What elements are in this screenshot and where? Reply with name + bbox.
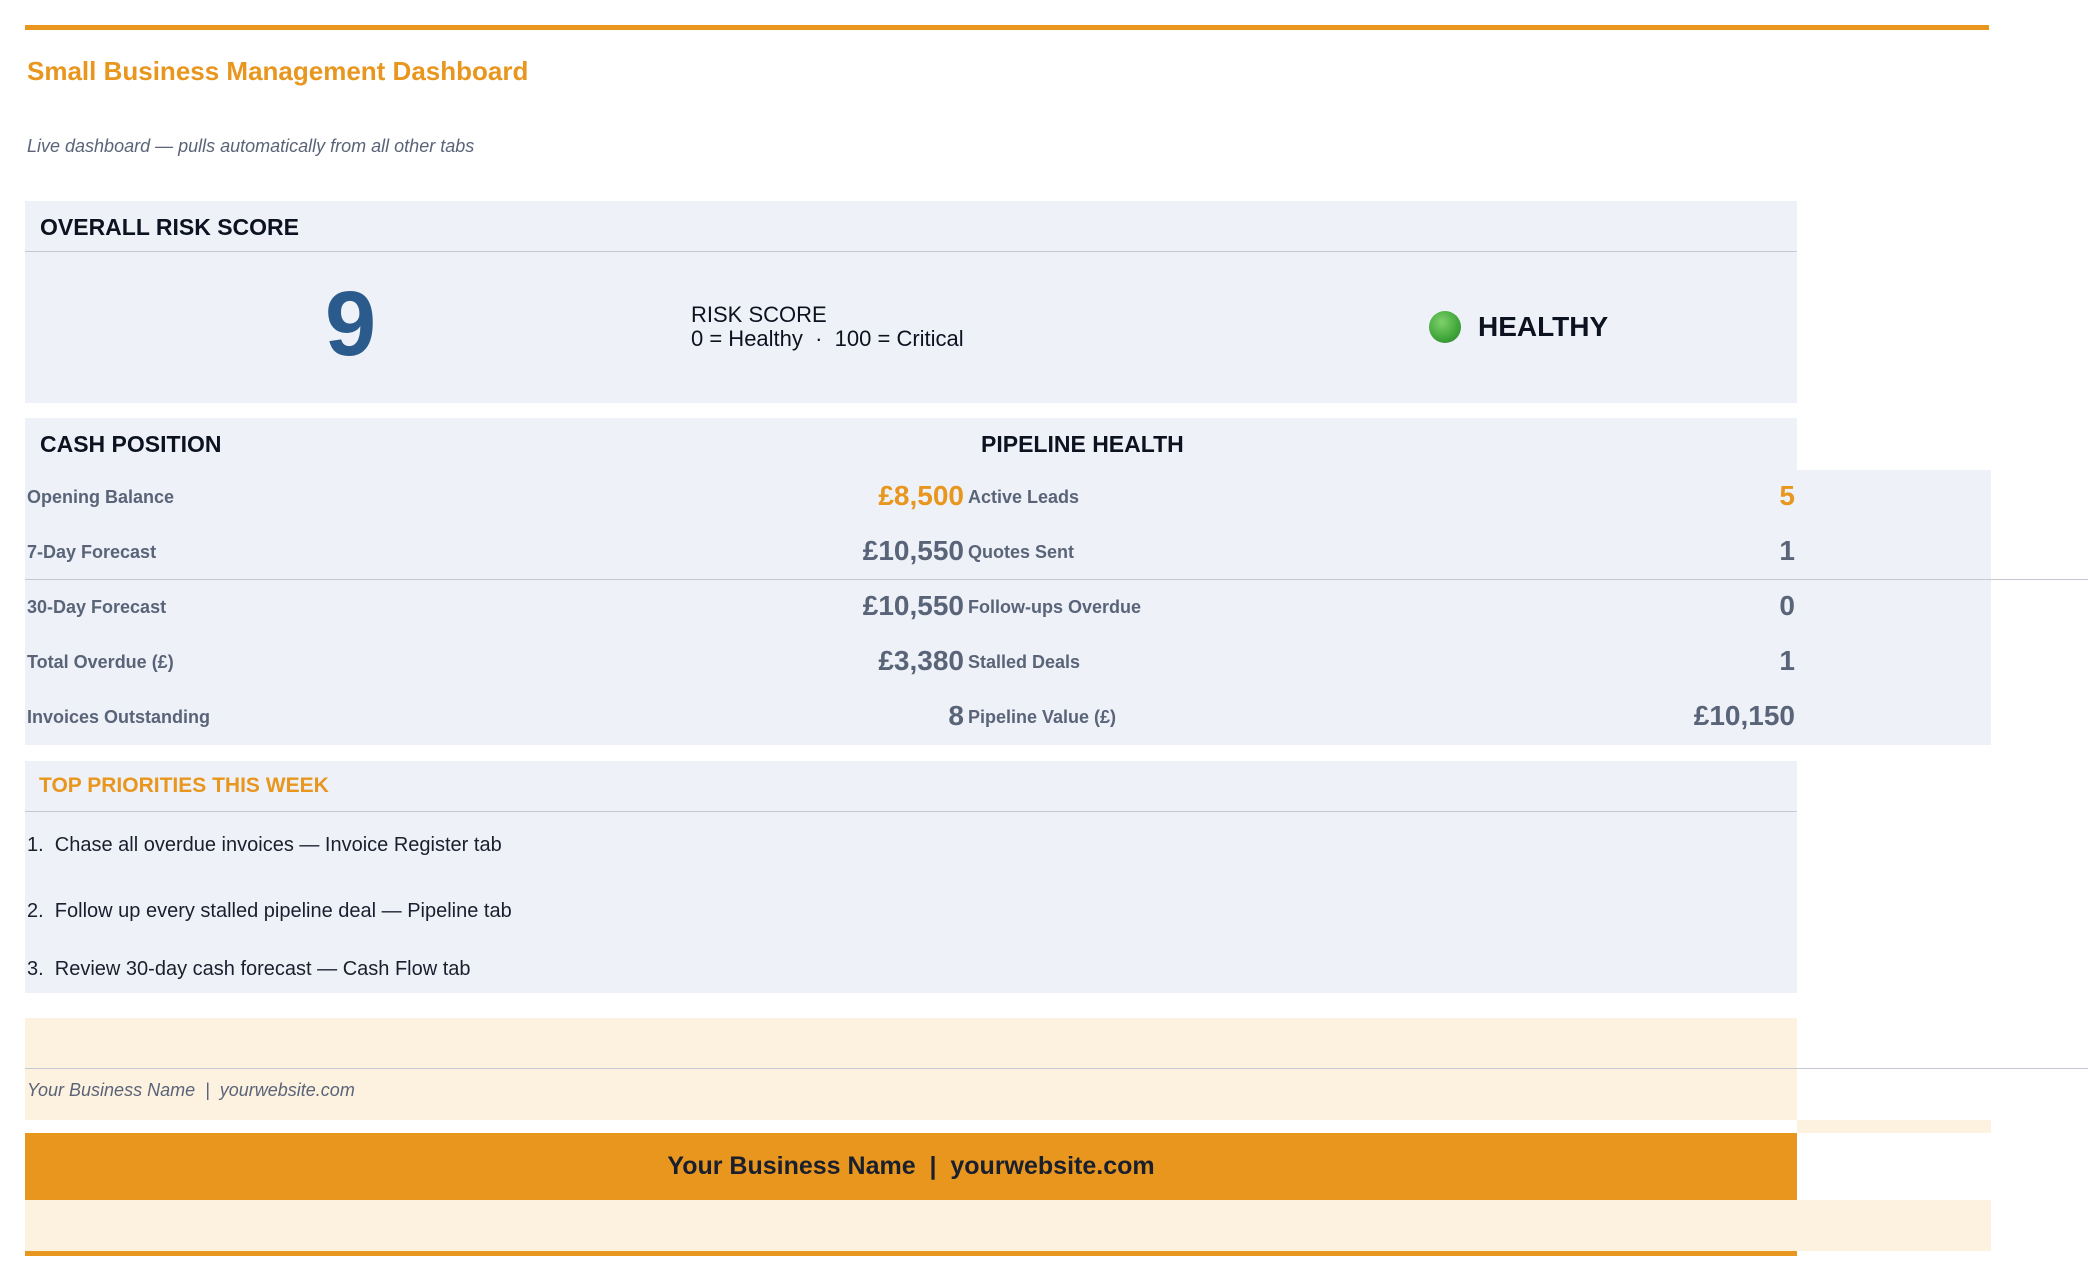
cash-value-overdue: £3,380 <box>878 645 964 676</box>
risk-heading: OVERALL RISK SCORE <box>40 214 299 240</box>
pipeline-value-followups: 0 <box>1779 590 1795 621</box>
cash-heading: CASH POSITION <box>40 431 222 457</box>
cash-value-30day: £10,550 <box>862 590 964 621</box>
risk-status: HEALTHY <box>1478 311 1609 342</box>
footer-band-top <box>25 1018 1797 1120</box>
priorities-heading: TOP PRIORITIES THIS WEEK <box>39 774 329 797</box>
risk-score-value: 9 <box>325 273 377 375</box>
footer-banner-text: Your Business Name | yourwebsite.com <box>667 1152 1155 1180</box>
priorities-divider <box>25 811 1797 812</box>
page-title: Small Business Management Dashboard <box>27 56 529 86</box>
cash-value-invoices: 8 <box>948 700 964 731</box>
footer-divider <box>25 1068 2088 1069</box>
pipeline-value-stalled: 1 <box>1779 645 1795 676</box>
pipeline-label-quotes: Quotes Sent <box>968 542 1075 562</box>
pipeline-label-leads: Active Leads <box>968 487 1080 507</box>
priority-item-2: 2. Follow up every stalled pipeline deal… <box>27 900 512 922</box>
pipeline-label-value: Pipeline Value (£) <box>968 707 1117 727</box>
pipeline-heading: PIPELINE HEALTH <box>981 431 1184 457</box>
cash-label-opening: Opening Balance <box>27 487 175 507</box>
cash-label-7day: 7-Day Forecast <box>27 542 157 562</box>
pipeline-value-leads: 5 <box>1779 480 1795 511</box>
risk-divider <box>25 251 1797 252</box>
footer-banner: Your Business Name | yourwebsite.com <box>25 1133 1797 1200</box>
priority-item-3: 3. Review 30-day cash forecast — Cash Fl… <box>27 958 471 980</box>
page-subtitle: Live dashboard — pulls automatically fro… <box>27 136 475 156</box>
pipeline-label-followups: Follow-ups Overdue <box>968 597 1142 617</box>
cash-value-opening: £8,500 <box>878 480 964 511</box>
green-circle-icon <box>1429 311 1461 343</box>
pipeline-value-total: £10,150 <box>1693 700 1795 731</box>
risk-score-scale: 0 = Healthy · 100 = Critical <box>691 326 964 351</box>
risk-score-label: RISK SCORE <box>691 302 827 327</box>
cash-value-7day: £10,550 <box>862 535 964 566</box>
top-accent-line <box>25 25 1989 30</box>
cash-label-invoices: Invoices Outstanding <box>27 707 211 727</box>
metrics-row-divider <box>25 579 2088 580</box>
cash-label-30day: 30-Day Forecast <box>27 597 167 617</box>
bottom-accent-line <box>25 1251 1797 1256</box>
footer-band-right <box>1797 1120 1991 1133</box>
cash-label-overdue: Total Overdue (£) <box>27 652 174 672</box>
priority-item-1: 1. Chase all overdue invoices — Invoice … <box>27 834 502 856</box>
footer-band-bottom <box>25 1200 1991 1251</box>
metrics-panel-header <box>25 418 1797 470</box>
footer-small-text: Your Business Name | yourwebsite.com <box>27 1080 355 1100</box>
pipeline-label-stalled: Stalled Deals <box>968 652 1081 672</box>
pipeline-value-quotes: 1 <box>1779 535 1795 566</box>
